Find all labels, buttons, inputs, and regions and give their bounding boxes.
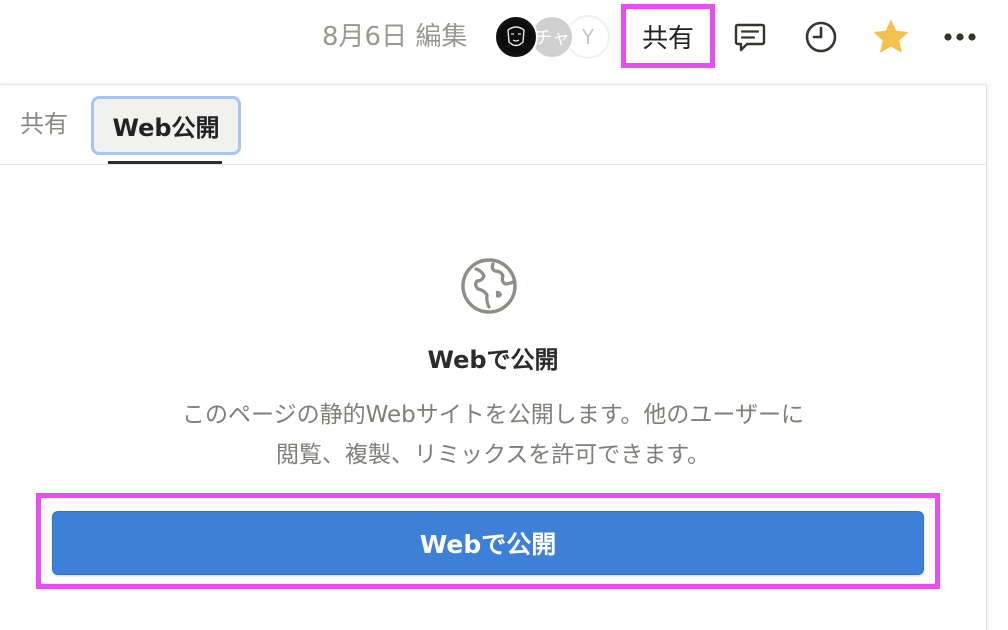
active-tab-indicator: [108, 161, 222, 164]
avatar[interactable]: [494, 15, 538, 59]
globe-icon: [461, 258, 517, 314]
tab-publish-web-label: Web公開: [112, 114, 220, 142]
topbar: 8月6日 編集 チャ Y 共有: [0, 0, 1008, 76]
publish-description-line: 閲覧、複製、リミックスを許可できます。: [275, 442, 710, 468]
avatar-portrait-icon: [500, 21, 532, 53]
tab-share[interactable]: 共有: [20, 107, 68, 141]
publish-description: このページの静的Webサイトを公開します。他のユーザーに 閲覧、複製、リミックス…: [0, 395, 986, 475]
publish-description-line: このページの静的Webサイトを公開します。他のユーザーに: [182, 402, 804, 428]
panel-tabs: 共有 Web公開: [0, 85, 986, 165]
history-clock-icon: [805, 21, 837, 53]
favorite-star-icon: [874, 20, 908, 53]
share-button[interactable]: 共有: [621, 4, 715, 68]
last-edited-label: 8月6日 編集: [322, 22, 468, 52]
share-panel: 共有 Web公開 Webで公開 このページの静的Webサイトを公開します。他のユ…: [0, 84, 987, 630]
favorite-button[interactable]: [871, 17, 911, 57]
publish-heading: Webで公開: [427, 346, 559, 374]
page: 8月6日 編集 チャ Y 共有 共有 Web公開 Webで公開 このページの静的…: [0, 0, 1008, 630]
share-button-label: 共有: [641, 23, 694, 54]
more-button[interactable]: [940, 17, 980, 57]
tab-publish-web[interactable]: Web公開: [91, 96, 241, 155]
publish-to-web-button-label: Webで公開: [419, 530, 557, 559]
avatar-initial: Y: [581, 25, 595, 49]
more-icon: [944, 33, 976, 41]
publish-to-web-button[interactable]: Webで公開: [52, 511, 924, 575]
avatar-initial: チャ: [534, 28, 570, 49]
comment-icon: [734, 23, 766, 52]
comments-button[interactable]: [730, 17, 770, 57]
history-button[interactable]: [801, 17, 841, 57]
